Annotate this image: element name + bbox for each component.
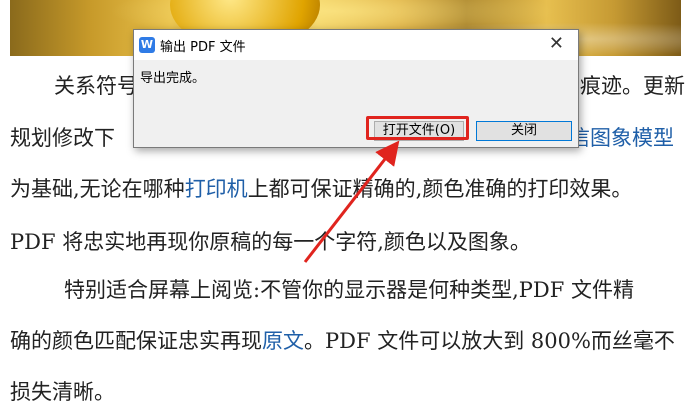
pointer-arrow: [303, 140, 400, 263]
